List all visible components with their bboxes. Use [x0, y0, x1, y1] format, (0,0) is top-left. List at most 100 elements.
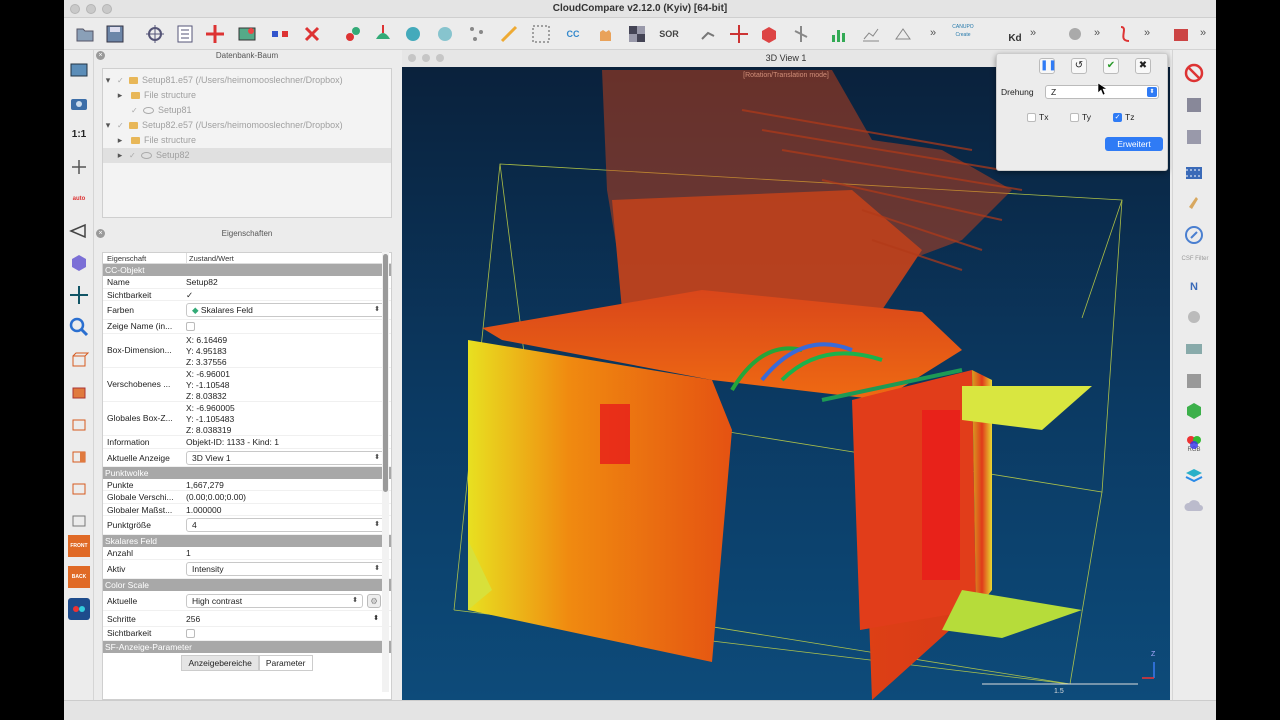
- properties-scrollbar[interactable]: [382, 252, 389, 692]
- perspective-icon[interactable]: [68, 220, 90, 242]
- kd-tree-icon[interactable]: Kd: [1004, 23, 1026, 45]
- delete-icon[interactable]: [301, 23, 323, 45]
- expand-arrow-icon[interactable]: ▸: [115, 148, 125, 163]
- translate-view-icon[interactable]: [68, 284, 90, 306]
- tree-item[interactable]: ▾ ✓ Setup81.e57 (/Users/heimomooslechner/D…: [103, 73, 391, 88]
- view-left-icon[interactable]: [68, 412, 90, 434]
- stereo-icon[interactable]: [68, 598, 90, 620]
- reset-button[interactable]: ↺: [1071, 58, 1087, 74]
- spline-icon[interactable]: [1114, 23, 1136, 45]
- iso-front-icon[interactable]: FRONT: [68, 535, 90, 557]
- pause-button[interactable]: ❚❚: [1039, 58, 1057, 74]
- tab-display-ranges[interactable]: Anzeigebereiche: [181, 654, 259, 671]
- more-tools-3[interactable]: »: [1094, 27, 1100, 39]
- cancel-button[interactable]: ✖: [1135, 58, 1151, 74]
- expand-arrow-icon[interactable]: ▸: [115, 133, 125, 148]
- merge-icon[interactable]: [269, 23, 291, 45]
- view-bottom-icon[interactable]: [68, 508, 90, 530]
- subsample-icon[interactable]: [434, 23, 456, 45]
- building-icon[interactable]: [1170, 23, 1192, 45]
- ty-checkbox[interactable]: [1070, 113, 1079, 123]
- active-sf-select[interactable]: Intensity ⬍: [186, 561, 385, 576]
- tree-item[interactable]: ▾ ✓ Setup82.e57 (/Users/heimomooslechner/D…: [103, 118, 391, 133]
- octree-icon[interactable]: [402, 23, 424, 45]
- rgb-icon[interactable]: RGB: [1183, 432, 1205, 454]
- normals-icon[interactable]: [372, 23, 394, 45]
- plugin-icon[interactable]: [1064, 23, 1086, 45]
- spinner-arrows-icon[interactable]: ⬍: [373, 611, 379, 627]
- csf-filter-label[interactable]: CSF Filter: [1175, 256, 1215, 262]
- layers-icon[interactable]: [1183, 464, 1205, 486]
- more-tools-4[interactable]: »: [1144, 27, 1150, 39]
- view-cube-icon[interactable]: [68, 252, 90, 274]
- hand-icon[interactable]: [594, 23, 616, 45]
- expand-arrow-icon[interactable]: ▸: [115, 88, 125, 103]
- crop-icon[interactable]: [498, 23, 520, 45]
- save-icon[interactable]: [104, 23, 126, 45]
- view-right-icon[interactable]: [68, 444, 90, 466]
- register-icon[interactable]: [144, 23, 166, 45]
- checkbox-icon[interactable]: ✓: [129, 152, 137, 160]
- cube-icon[interactable]: [758, 23, 780, 45]
- apply-button[interactable]: ✔: [1103, 58, 1119, 74]
- hexagon-icon[interactable]: [1183, 400, 1205, 422]
- tab-parameters[interactable]: Parameter: [258, 654, 313, 671]
- compass-icon[interactable]: [1183, 224, 1205, 246]
- translate-icon[interactable]: [204, 23, 226, 45]
- screen-icon[interactable]: [68, 60, 90, 82]
- view-top-icon[interactable]: [68, 348, 90, 370]
- tz-toggle[interactable]: ✓ Tz: [1113, 112, 1134, 123]
- tree-item[interactable]: ▸ File structure: [103, 133, 391, 148]
- view-back-icon[interactable]: [68, 476, 90, 498]
- cloud-upload-icon[interactable]: [1183, 496, 1205, 518]
- open-file-icon[interactable]: [74, 23, 96, 45]
- more-tools-5[interactable]: »: [1200, 27, 1206, 39]
- close-panel-icon[interactable]: ×: [96, 51, 105, 60]
- current-display-select[interactable]: 3D View 1 ⬍: [186, 450, 385, 465]
- plane-icon[interactable]: [892, 23, 914, 45]
- tx-checkbox[interactable]: [1027, 113, 1036, 123]
- film-icon[interactable]: [1183, 162, 1205, 184]
- tree-item[interactable]: ▸ File structure: [103, 88, 391, 103]
- close-panel-icon[interactable]: ×: [96, 229, 105, 238]
- tx-toggle[interactable]: Tx: [1027, 112, 1048, 123]
- chart-icon[interactable]: [860, 23, 882, 45]
- ty-toggle[interactable]: Ty: [1070, 112, 1091, 123]
- scrollbar-thumb[interactable]: [383, 254, 388, 492]
- cross-section-icon[interactable]: [790, 23, 812, 45]
- expand-arrow-icon[interactable]: ▾: [103, 118, 113, 133]
- camera-icon[interactable]: [68, 92, 90, 114]
- close-window-button[interactable]: [70, 4, 80, 14]
- checkbox-icon[interactable]: ✓: [117, 122, 125, 130]
- sf-icon[interactable]: [1183, 94, 1205, 116]
- visibility-checkbox[interactable]: ✓: [186, 289, 383, 302]
- view-front-icon[interactable]: [68, 380, 90, 402]
- point-size-select[interactable]: 4 ⬍: [186, 518, 385, 532]
- steps-spinbox[interactable]: 256: [186, 611, 383, 627]
- pcv-icon[interactable]: [1183, 370, 1205, 392]
- normals-n-icon[interactable]: N: [1183, 276, 1205, 298]
- stop-icon[interactable]: [1183, 62, 1205, 84]
- list-icon[interactable]: [174, 23, 196, 45]
- minimize-window-button[interactable]: [86, 4, 96, 14]
- expand-arrow-icon[interactable]: ▾: [103, 73, 113, 88]
- colors-select[interactable]: ◆ Skalares Feld ⬍: [186, 303, 385, 317]
- scale-one-to-one-icon[interactable]: 1:1: [68, 124, 90, 146]
- sample-icon[interactable]: [342, 23, 364, 45]
- points-icon[interactable]: [530, 23, 552, 45]
- checkbox-icon[interactable]: ✓: [117, 77, 125, 85]
- advanced-button[interactable]: Erweitert: [1105, 137, 1163, 151]
- checkbox-icon[interactable]: ✓: [131, 107, 139, 115]
- zoom-icon[interactable]: [68, 316, 90, 338]
- show-name-checkbox[interactable]: [186, 322, 195, 332]
- m3c2-icon[interactable]: [1183, 338, 1205, 360]
- tree-item-selected[interactable]: ▸ ✓ Setup82: [103, 148, 391, 163]
- cloud-icon[interactable]: [1183, 306, 1205, 328]
- brush-icon[interactable]: [1183, 194, 1205, 216]
- canupo-icon[interactable]: CANUPO Create: [952, 23, 974, 45]
- cc-icon[interactable]: CC: [562, 23, 584, 45]
- more-tools-1[interactable]: »: [930, 27, 936, 39]
- tz-checkbox[interactable]: ✓: [1113, 113, 1122, 123]
- histogram-icon[interactable]: [828, 23, 850, 45]
- noise-filter-icon[interactable]: [466, 23, 488, 45]
